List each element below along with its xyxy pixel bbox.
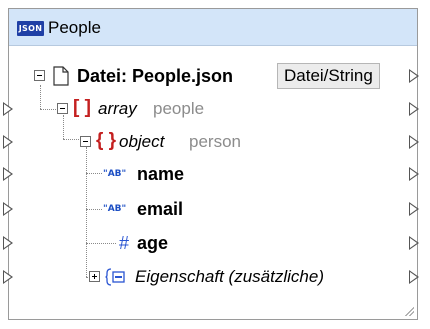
string-type-icon: "AB" — [103, 169, 127, 179]
input-connector[interactable] — [3, 236, 13, 250]
additional-property-icon — [105, 268, 125, 286]
object-icon: { } — [96, 130, 117, 151]
email-label: email — [137, 199, 184, 219]
structure-tree: Datei: People.json Datei/String [ ] arra… — [3, 45, 419, 319]
additional-property-row: Eigenschaft (zusätzliche) — [9, 262, 419, 292]
resize-handle[interactable] — [404, 306, 414, 316]
output-connector[interactable] — [409, 69, 419, 83]
component-titlebar[interactable]: JSON People — [9, 9, 417, 46]
name-label: name — [137, 164, 185, 184]
input-connector[interactable] — [3, 167, 13, 181]
object-type-label: object — [119, 132, 165, 151]
array-type-label: array — [98, 99, 137, 118]
age-row: # age — [9, 228, 419, 258]
json-badge-icon: JSON — [17, 21, 44, 36]
number-type-icon: # — [119, 233, 130, 253]
input-connector[interactable] — [3, 202, 13, 216]
name-row: "AB" name — [9, 159, 419, 189]
component-title: People — [48, 18, 101, 37]
array-people-row: [ ] array people — [9, 94, 419, 124]
expand-icon[interactable] — [89, 271, 100, 282]
collapse-icon[interactable] — [34, 70, 45, 81]
output-connector[interactable] — [409, 270, 419, 284]
file-string-button[interactable]: Datei/String — [277, 63, 380, 89]
file-label: Datei: People.json — [77, 66, 234, 86]
input-connector[interactable] — [3, 102, 13, 116]
array-name-label: people — [153, 99, 205, 118]
output-connector[interactable] — [409, 167, 419, 181]
output-connector[interactable] — [409, 102, 419, 116]
object-name-label: person — [189, 132, 241, 151]
file-row: Datei: People.json Datei/String — [9, 61, 419, 91]
input-connector[interactable] — [3, 270, 13, 284]
object-person-row: { } object person — [9, 127, 419, 157]
collapse-icon[interactable] — [80, 136, 91, 147]
document-icon — [53, 66, 69, 86]
array-icon: [ ] — [73, 97, 91, 118]
age-label: age — [137, 233, 169, 253]
output-connector[interactable] — [409, 236, 419, 250]
additional-property-label: Eigenschaft (zusätzliche) — [135, 267, 324, 286]
input-connector[interactable] — [3, 135, 13, 149]
string-type-icon: "AB" — [103, 204, 127, 214]
output-connector[interactable] — [409, 135, 419, 149]
email-row: "AB" email — [9, 194, 419, 224]
output-connector[interactable] — [409, 202, 419, 216]
json-component[interactable]: JSON People Datei: People.json Datei/Str… — [3, 8, 419, 320]
collapse-icon[interactable] — [57, 103, 68, 114]
